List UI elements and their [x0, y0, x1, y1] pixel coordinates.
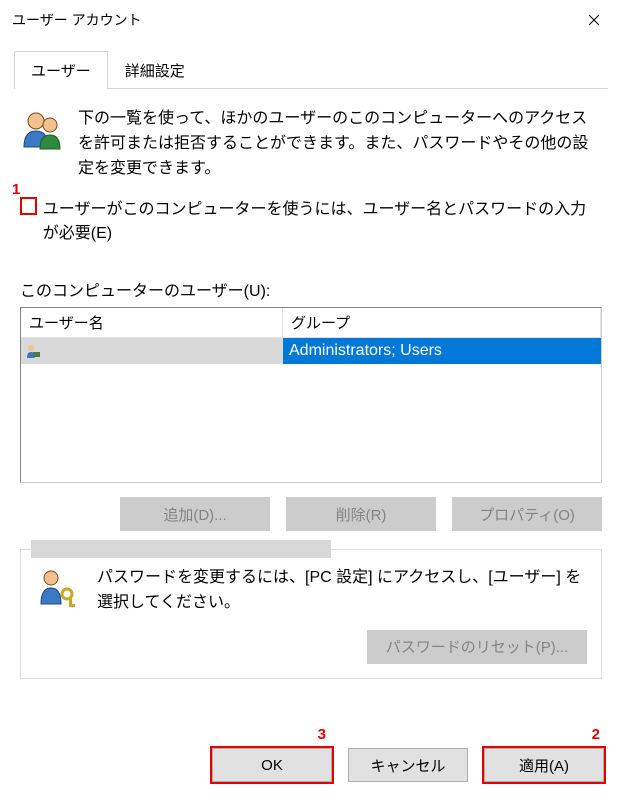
cell-group: Administrators; Users: [283, 338, 601, 364]
require-login-checkbox[interactable]: [20, 197, 37, 215]
window-title: ユーザー アカウント: [12, 10, 142, 30]
annotation-1: 1: [12, 181, 20, 198]
tab-users[interactable]: ユーザー: [14, 51, 108, 89]
cell-username: [21, 338, 283, 364]
annotation-3: 3: [318, 726, 326, 743]
user-listbox[interactable]: ユーザー名 グループ Administrators; Users: [20, 307, 602, 483]
users-icon: [20, 107, 64, 151]
remove-user-button[interactable]: 削除(R): [286, 497, 436, 531]
properties-button[interactable]: プロパティ(O): [452, 497, 602, 531]
dialog-footer: 3 2 OK キャンセル 適用(A): [0, 728, 622, 800]
password-panel: パスワードを変更するには、[PC 設定] にアクセスし、[ユーザー] を選択して…: [20, 549, 602, 679]
ok-button[interactable]: OK: [212, 748, 332, 782]
panel-header-redacted: [31, 540, 331, 558]
table-row[interactable]: Administrators; Users: [21, 338, 601, 364]
require-login-row: 1 ユーザーがこのコンピューターを使うには、ユーザー名とパスワードの入力が必要(…: [14, 195, 608, 253]
tab-advanced[interactable]: 詳細設定: [108, 51, 202, 89]
tab-bar: ユーザー 詳細設定: [14, 50, 608, 89]
annotation-2: 2: [592, 726, 600, 743]
user-list-label: このコンピューターのユーザー(U):: [14, 253, 608, 307]
intro-text: 下の一覧を使って、ほかのユーザーのこのコンピューターへのアクセスを許可または拒否…: [78, 107, 602, 181]
cancel-button[interactable]: キャンセル: [348, 748, 468, 782]
col-header-username[interactable]: ユーザー名: [21, 308, 283, 337]
col-header-group[interactable]: グループ: [283, 308, 601, 337]
user-key-icon: [35, 566, 79, 610]
close-icon: [588, 14, 600, 26]
user-accounts-dialog: ユーザー アカウント ユーザー 詳細設定 下の一覧を使って、ほかのユーザーのこの: [0, 0, 622, 800]
list-header: ユーザー名 グループ: [21, 308, 601, 338]
apply-button[interactable]: 適用(A): [484, 748, 604, 782]
intro-section: 下の一覧を使って、ほかのユーザーのこのコンピューターへのアクセスを許可または拒否…: [14, 107, 608, 195]
user-row-icon: [25, 343, 41, 359]
close-button[interactable]: [572, 4, 616, 36]
reset-password-button[interactable]: パスワードのリセット(P)...: [367, 630, 587, 664]
password-text: パスワードを変更するには、[PC 設定] にアクセスし、[ユーザー] を選択して…: [97, 566, 587, 616]
titlebar: ユーザー アカウント: [0, 0, 622, 40]
require-login-label: ユーザーがこのコンピューターを使うには、ユーザー名とパスワードの入力が必要(E): [43, 195, 602, 243]
add-user-button[interactable]: 追加(D)...: [120, 497, 270, 531]
